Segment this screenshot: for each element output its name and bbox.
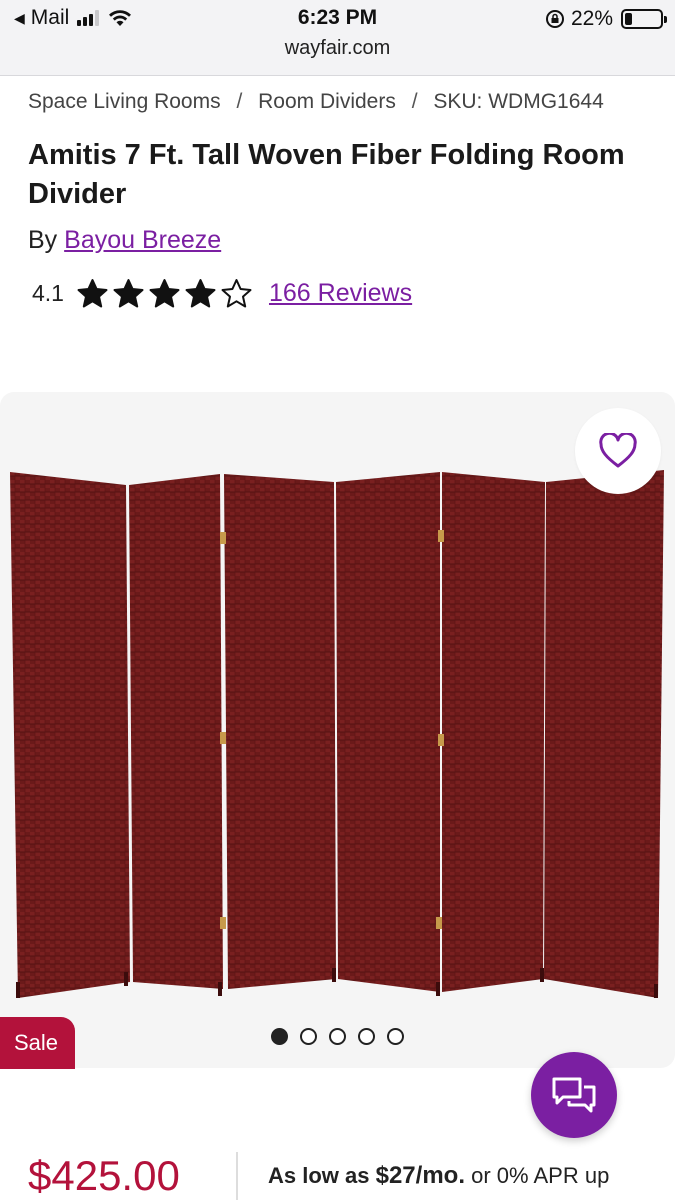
breadcrumb: Space Living Rooms / Room Dividers / SKU…: [28, 90, 604, 114]
chat-bubbles-icon: [552, 1077, 596, 1113]
rating-row: 4.1 166 Reviews: [32, 278, 412, 309]
status-right: 22%: [545, 7, 667, 31]
breadcrumb-separator: /: [411, 90, 418, 113]
financing-suffix: or 0% APR up: [471, 1163, 610, 1188]
gallery-dot[interactable]: [358, 1028, 375, 1045]
price: $425.00: [28, 1152, 180, 1199]
gallery-pagination-dots[interactable]: [0, 1028, 675, 1045]
star-outline-icon: [221, 279, 252, 308]
financing-amount: $27/mo.: [375, 1162, 465, 1189]
product-image-gallery[interactable]: [0, 392, 675, 1068]
star-filled-icon: [77, 279, 108, 308]
breadcrumb-separator: /: [236, 90, 243, 113]
star-rating[interactable]: [76, 278, 253, 309]
star-filled-icon: [149, 279, 180, 308]
brand-byline: By Bayou Breeze: [28, 226, 221, 255]
star-filled-icon: [185, 279, 216, 308]
rating-value: 4.1: [32, 280, 64, 306]
gallery-dot[interactable]: [329, 1028, 346, 1045]
star-filled-icon: [113, 279, 144, 308]
product-image-room-divider[interactable]: [0, 392, 675, 1068]
heart-outline-icon: [599, 433, 637, 468]
address-bar-url[interactable]: wayfair.com: [0, 37, 675, 60]
battery-percent: 22%: [570, 7, 613, 30]
product-title: Amitis 7 Ft. Tall Woven Fiber Folding Ro…: [28, 139, 625, 210]
by-prefix: By: [28, 226, 58, 254]
favorite-button[interactable]: [575, 408, 661, 494]
divider-panels: [10, 470, 664, 998]
gallery-dot[interactable]: [271, 1028, 288, 1045]
breadcrumb-item-space-living-rooms[interactable]: Space Living Rooms: [28, 90, 221, 113]
brand-link[interactable]: Bayou Breeze: [64, 226, 221, 254]
gallery-dot[interactable]: [300, 1028, 317, 1045]
breadcrumb-item-room-dividers[interactable]: Room Dividers: [258, 90, 396, 113]
financing-prefix: As low as: [268, 1163, 370, 1188]
status-bar: ◀ Mail 6:23 PM wayfair.com 22%: [0, 0, 675, 76]
price-divider: [236, 1152, 238, 1200]
chat-button[interactable]: [531, 1052, 617, 1138]
gallery-dot[interactable]: [387, 1028, 404, 1045]
sku-label: SKU: WDMG1644: [433, 90, 604, 113]
reviews-link[interactable]: 166 Reviews: [269, 279, 412, 308]
orientation-lock-icon: [545, 10, 564, 28]
financing-info[interactable]: As low as $27/mo. or 0% APR up: [268, 1162, 609, 1190]
sale-badge: Sale: [0, 1017, 75, 1069]
battery-icon: [621, 9, 667, 29]
